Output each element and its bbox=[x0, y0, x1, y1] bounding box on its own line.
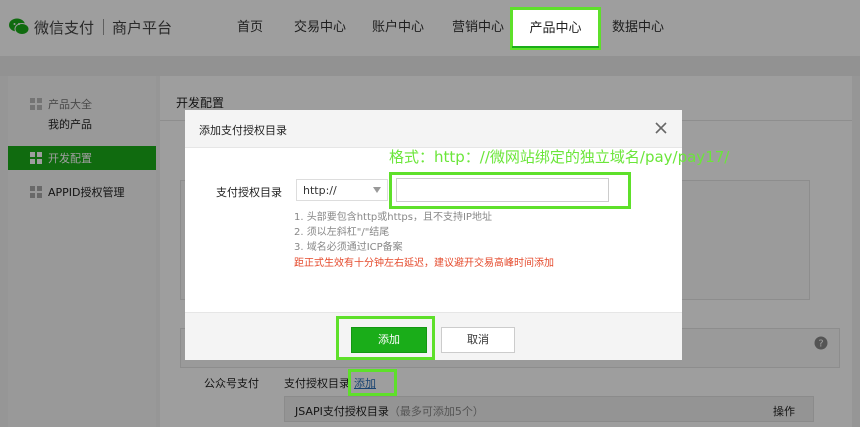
protocol-select-value: http:// bbox=[303, 184, 337, 197]
chevron-down-icon bbox=[373, 187, 381, 193]
hint-line: 2. 须以左斜杠"/"结尾 bbox=[294, 227, 390, 238]
nav-product-center[interactable]: 产品中心 bbox=[510, 7, 601, 50]
active-tab-indicator bbox=[512, 46, 599, 48]
dialog-title: 添加支付授权目录 bbox=[199, 124, 287, 137]
pay-dir-input[interactable] bbox=[396, 178, 609, 202]
dialog-footer: 添加 取消 bbox=[185, 312, 682, 360]
close-icon[interactable] bbox=[653, 120, 669, 136]
pay-dir-label: 支付授权目录 bbox=[216, 186, 282, 199]
hint-line: 1. 头部要包含http或https，且不支持IP地址 bbox=[294, 212, 492, 223]
dialog-header: 添加支付授权目录 bbox=[185, 110, 682, 148]
format-annotation: 格式：http：//微网站绑定的独立域名/pay/pay17/ bbox=[389, 148, 730, 166]
hint-line: 3. 域名必须通过ICP备案 bbox=[294, 242, 403, 253]
protocol-select[interactable]: http:// bbox=[296, 179, 388, 201]
cancel-button[interactable]: 取消 bbox=[441, 327, 515, 353]
warning-text: 距正式生效有十分钟左右延迟，建议避开交易高峰时间添加 bbox=[294, 258, 554, 269]
add-button[interactable]: 添加 bbox=[351, 327, 427, 353]
